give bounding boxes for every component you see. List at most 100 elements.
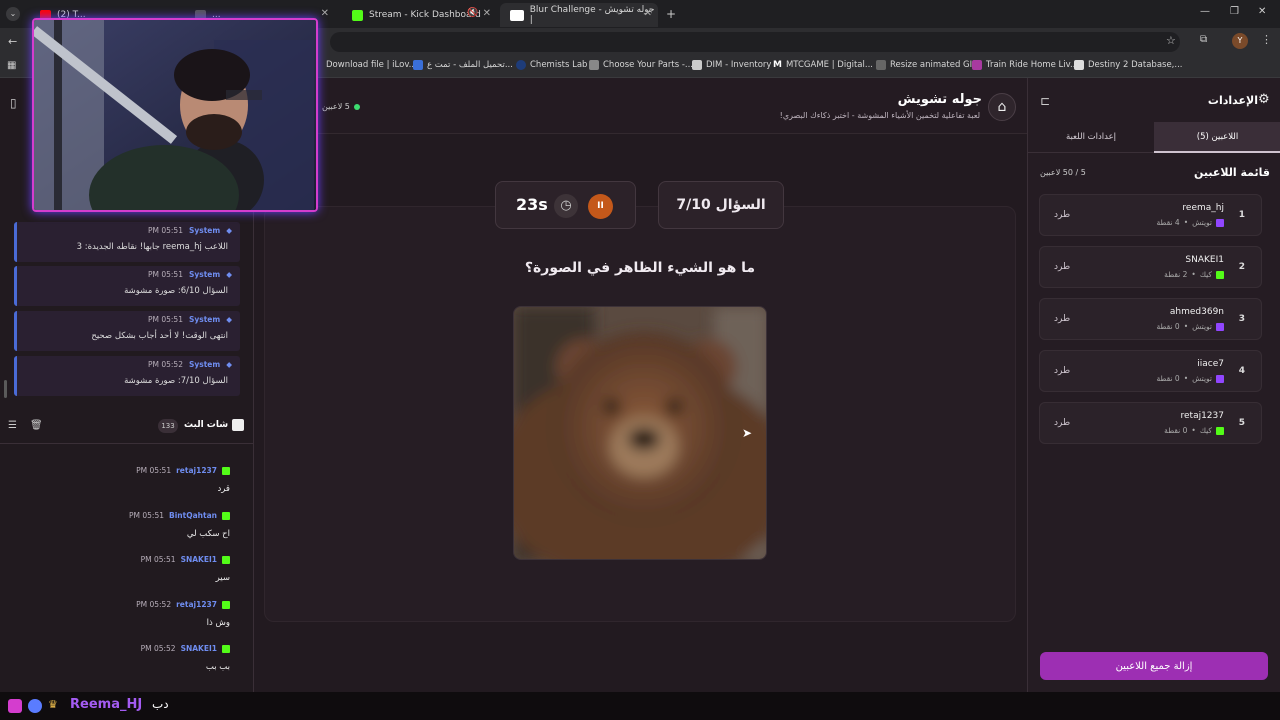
- bookmark-item[interactable]: Destiny 2 Database,...: [1074, 60, 1183, 70]
- timer-value: 23s: [516, 195, 548, 214]
- twitch-icon: [1216, 218, 1224, 227]
- bookmark-label: تحميل الملف - تمت ع...: [427, 60, 513, 70]
- chat-header: ☰ 🗑 133 شات البث: [0, 410, 254, 444]
- sidebar-toggle-icon[interactable]: ▯: [10, 96, 17, 110]
- kick-player-button[interactable]: طرد: [1054, 366, 1070, 376]
- kick-icon: [222, 511, 230, 520]
- message-user[interactable]: SNAKEI1: [181, 644, 217, 653]
- minimize-icon[interactable]: —: [1200, 6, 1210, 17]
- bookmark-item[interactable]: تحميل الملف - تمت ع...: [413, 60, 513, 70]
- blurred-image: [513, 306, 767, 560]
- tab-search-icon[interactable]: ⌄: [6, 7, 20, 21]
- message-sender: System: [188, 226, 221, 235]
- message-time: PM 05:51: [129, 511, 165, 520]
- players-online-label: 5 لاعبين: [322, 102, 350, 111]
- bookmark-icon: [516, 60, 526, 70]
- player-points: 0 نقطة: [1156, 322, 1180, 331]
- twitch-icon: [1216, 322, 1224, 331]
- home-icon[interactable]: ⌂: [988, 93, 1016, 121]
- tab-blur-challenge[interactable]: Blur Challenge - جوله تشويش | ✕: [500, 3, 658, 27]
- stream-overlay-bar: ♛ Reema_HJ دب: [0, 692, 1280, 720]
- kick-icon: [1216, 270, 1224, 279]
- bookmark-item[interactable]: Train Ride Home Liv...: [972, 60, 1078, 70]
- bookmark-icon: [692, 60, 702, 70]
- close-icon[interactable]: ✕: [321, 8, 329, 19]
- tab-game-settings[interactable]: إعدادات اللعبة: [1028, 122, 1154, 153]
- players-count: 5 / 50 لاعبين: [1040, 168, 1086, 177]
- gear-icon: ⚙: [1258, 92, 1270, 107]
- shield-icon: ◆: [226, 315, 232, 324]
- bookmark-item[interactable]: Download file | iLov...: [326, 60, 417, 70]
- player-points: 0 نقطة: [1156, 374, 1180, 383]
- chat-count-badge: 133: [158, 419, 178, 433]
- bookmark-label: Train Ride Home Liv...: [986, 60, 1079, 70]
- tab-players[interactable]: اللاعبين (5): [1154, 122, 1280, 153]
- restore-icon[interactable]: ❐: [1230, 6, 1239, 17]
- tab-title: Stream - Kick Dashboard: [369, 10, 481, 20]
- close-window-icon[interactable]: ✕: [1258, 6, 1266, 17]
- message-time: PM 05:51: [147, 270, 183, 279]
- message-user[interactable]: retaj1237: [176, 466, 217, 475]
- chat-title: شات البث: [184, 420, 229, 430]
- chat-bubble-icon: [232, 419, 244, 431]
- chat-message: PM 05:51 SNAKEI1 سير: [0, 551, 246, 595]
- player-name: retaj1237: [1180, 411, 1225, 421]
- system-message: PM 05:51 System ◆ السؤال 6/10: صورة مشوشة: [14, 266, 240, 306]
- filter-icon[interactable]: ☰: [8, 420, 17, 431]
- url-field[interactable]: [330, 32, 1180, 52]
- bookmark-label: Chemists Lab: [530, 60, 588, 70]
- kick-icon: [222, 555, 230, 564]
- twitch-icon: [1216, 374, 1224, 383]
- bear-image: [514, 307, 766, 559]
- bookmark-item[interactable]: DIM - Inventory: [692, 60, 771, 70]
- separator: •: [1183, 322, 1189, 331]
- bookmark-item[interactable]: Chemists Lab: [516, 60, 587, 70]
- star-icon[interactable]: ☆: [1166, 34, 1176, 47]
- kick-player-button[interactable]: طرد: [1054, 314, 1070, 324]
- bookmark-item[interactable]: Choose Your Parts -...: [589, 60, 693, 70]
- scrollbar[interactable]: [4, 380, 7, 398]
- webcam-feed: [34, 20, 316, 210]
- bookmark-item[interactable]: M MTCGAME | Digital...: [773, 60, 873, 70]
- back-icon[interactable]: ←: [8, 35, 17, 48]
- message-meta: PM 05:51 System ◆: [148, 315, 232, 324]
- question-counter: السؤال 7/10: [658, 181, 784, 229]
- tab-title: Blur Challenge - جوله تشويش |: [529, 5, 655, 25]
- message-user[interactable]: BintQahtan: [169, 511, 217, 520]
- player-name: iiace7: [1197, 359, 1224, 369]
- bookmark-label: DIM - Inventory: [706, 60, 772, 70]
- message-sender: System: [188, 315, 221, 324]
- kick-player-button[interactable]: طرد: [1054, 418, 1070, 428]
- kick-player-button[interactable]: طرد: [1054, 262, 1070, 272]
- remove-all-players-button[interactable]: إزالة جميع اللاعبين: [1040, 652, 1268, 680]
- apps-icon[interactable]: ▦: [7, 60, 16, 71]
- player-platform: تويتش: [1192, 374, 1212, 383]
- message-text: اح سكب لي: [186, 529, 230, 539]
- settings-title: الإعدادات: [1207, 94, 1258, 107]
- shield-icon: ◆: [226, 270, 232, 279]
- online-dot-icon: [353, 103, 360, 110]
- menu-icon[interactable]: ⋮: [1261, 33, 1272, 46]
- kick-icon: [352, 9, 363, 21]
- bookmark-item[interactable]: Resize animated GIF: [876, 60, 977, 70]
- player-rank: 4: [1238, 366, 1245, 376]
- close-icon[interactable]: ✕: [483, 8, 491, 19]
- message-user[interactable]: retaj1237: [176, 600, 217, 609]
- profile-avatar[interactable]: Y: [1232, 33, 1248, 49]
- pause-button[interactable]: II: [588, 194, 613, 219]
- collapse-panel-icon[interactable]: ⊏: [1040, 94, 1050, 108]
- message-user[interactable]: SNAKEI1: [181, 555, 217, 564]
- message-text: السؤال 7/10: صورة مشوشة: [124, 376, 228, 386]
- bookmark-icon: [1074, 60, 1084, 70]
- player-platform: تويتش: [1192, 218, 1212, 227]
- new-tab-icon[interactable]: +: [666, 7, 676, 21]
- bookmark-label: Choose Your Parts -...: [603, 60, 694, 70]
- close-icon[interactable]: ✕: [644, 8, 652, 19]
- trash-icon[interactable]: 🗑: [30, 420, 43, 431]
- extensions-icon[interactable]: ⧉: [1200, 34, 1207, 45]
- mute-icon[interactable]: 🔇: [467, 8, 478, 18]
- chat-message: PM 05:52 retaj1237 وش ذا: [0, 596, 246, 640]
- player-rank: 3: [1238, 314, 1245, 324]
- kick-player-button[interactable]: طرد: [1054, 210, 1070, 220]
- player-platform: كيك: [1199, 426, 1212, 435]
